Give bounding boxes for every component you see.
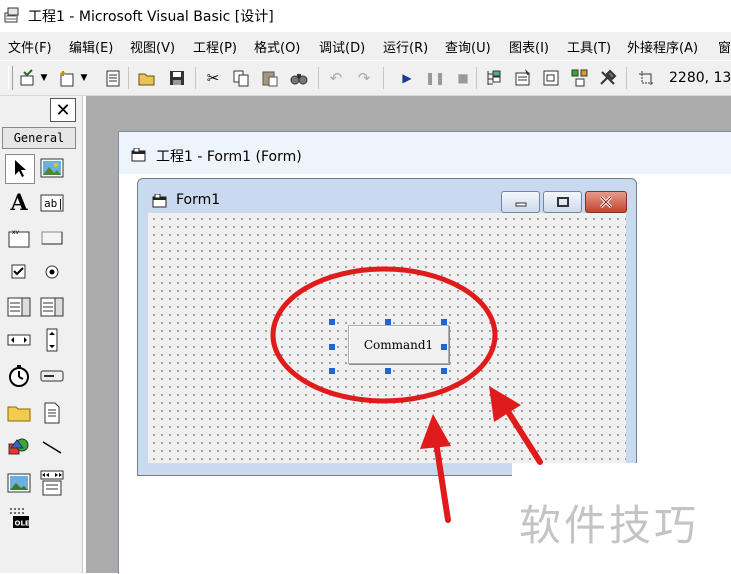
annotation-arrow-right — [489, 386, 543, 465]
annotation-overlay — [270, 266, 543, 523]
highlight-ellipse — [270, 266, 498, 404]
annotation-arrow-left — [420, 414, 451, 523]
